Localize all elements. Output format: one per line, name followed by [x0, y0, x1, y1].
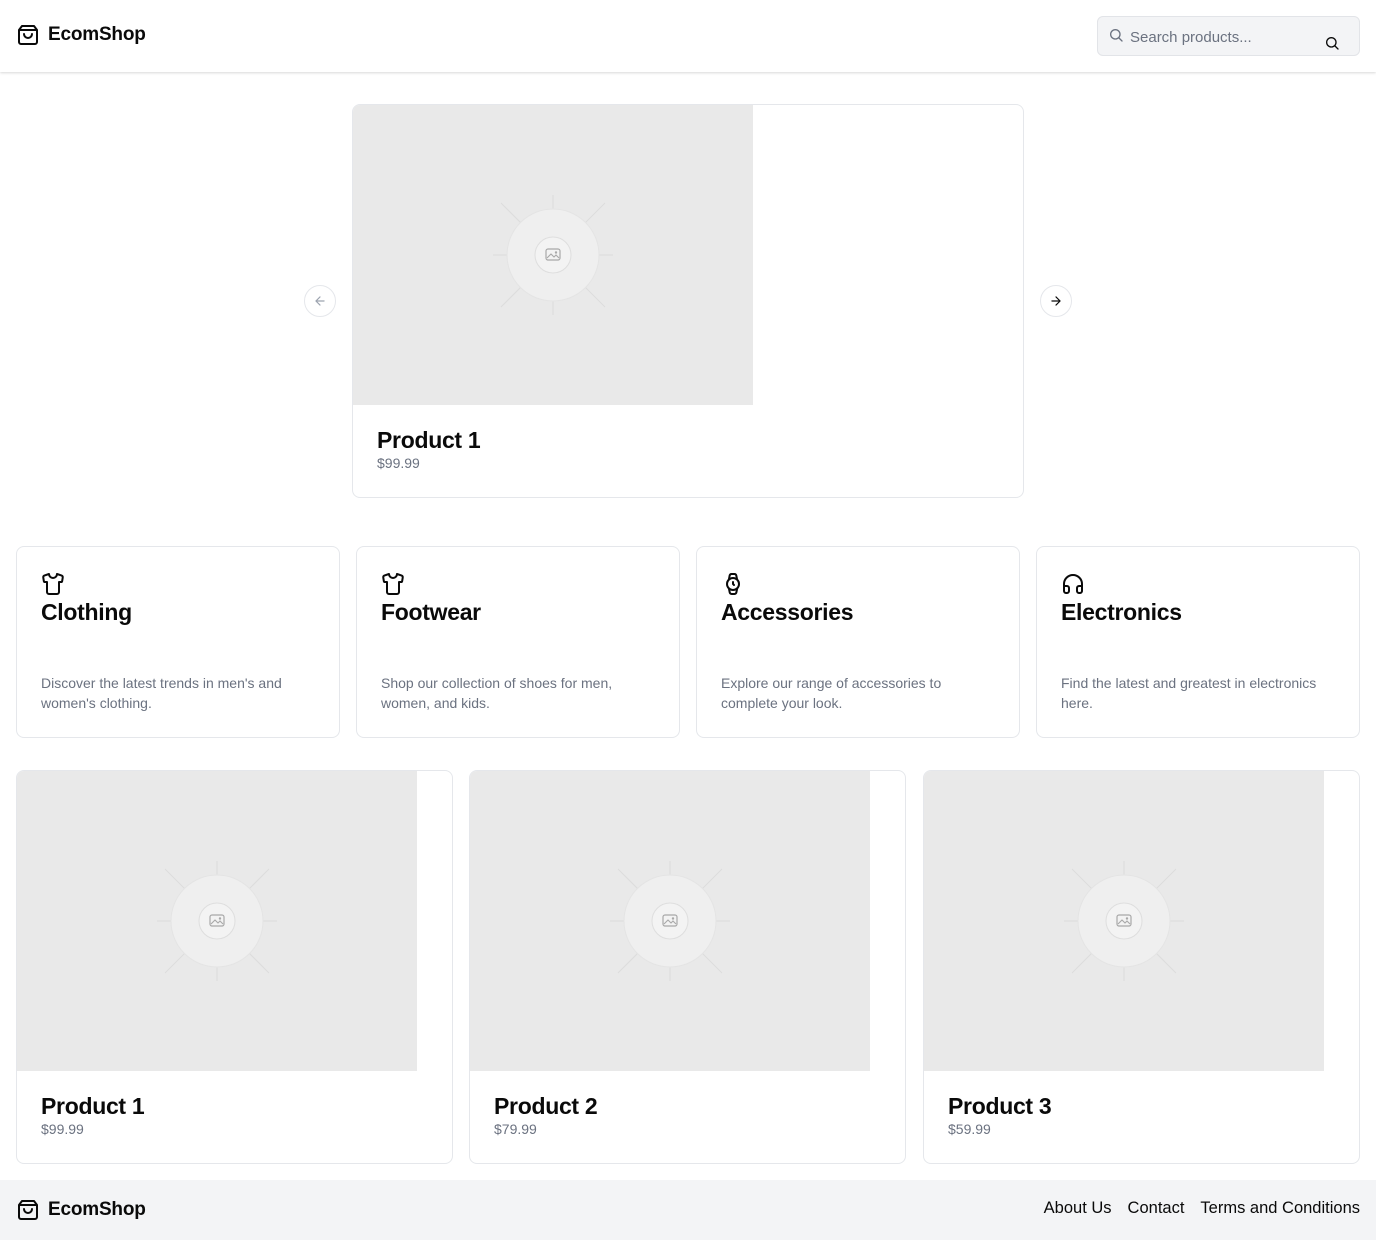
- product-card[interactable]: Product 2 $79.99: [469, 770, 906, 1164]
- shopping-bag-icon: [16, 1198, 40, 1222]
- search-submit-icon[interactable]: [1324, 35, 1340, 51]
- category-description: Discover the latest trends in men's and …: [41, 675, 282, 711]
- category-card-electronics[interactable]: Electronics Find the latest and greatest…: [1036, 546, 1360, 738]
- search-input[interactable]: [1130, 25, 1320, 49]
- category-title: Electronics: [1061, 599, 1182, 625]
- footer-link-contact[interactable]: Contact: [1128, 1199, 1185, 1218]
- category-title: Footwear: [381, 599, 481, 625]
- brand-logo-link[interactable]: EcomShop: [16, 23, 146, 47]
- product-title: Product 1: [41, 1093, 145, 1119]
- category-card-accessories[interactable]: Accessories Explore our range of accesso…: [696, 546, 1020, 738]
- category-card-clothing[interactable]: Clothing Discover the latest trends in m…: [16, 546, 340, 738]
- arrow-left-icon: [315, 296, 325, 306]
- product-image-placeholder: [470, 771, 870, 1071]
- watch-icon: [721, 572, 745, 596]
- site-footer: EcomShop About Us Contact Terms and Cond…: [0, 1180, 1376, 1240]
- footer-link-terms[interactable]: Terms and Conditions: [1200, 1199, 1360, 1218]
- search-box: [1097, 16, 1360, 56]
- product-image-placeholder: [353, 105, 753, 405]
- category-description: Explore our range of accessories to comp…: [721, 675, 942, 711]
- product-card[interactable]: Product 1 $99.99: [16, 770, 453, 1164]
- category-title: Clothing: [41, 599, 132, 625]
- product-price: $99.99: [41, 1121, 84, 1137]
- product-title: Product 2: [494, 1093, 598, 1119]
- shirt-icon: [381, 572, 405, 596]
- product-title: Product 3: [948, 1093, 1052, 1119]
- brand-name: EcomShop: [48, 24, 146, 45]
- carousel-prev-button[interactable]: [304, 285, 336, 317]
- product-price: $59.99: [948, 1121, 991, 1137]
- footer-brand-name: EcomShop: [48, 1199, 146, 1220]
- category-title: Accessories: [721, 599, 854, 625]
- category-description: Find the latest and greatest in electron…: [1061, 675, 1317, 711]
- carousel-next-button[interactable]: [1040, 285, 1072, 317]
- shopping-bag-icon: [16, 23, 40, 47]
- category-description: Shop our collection of shoes for men, wo…: [381, 675, 613, 711]
- product-card[interactable]: Product 3 $59.99: [923, 770, 1360, 1164]
- image-icon: [157, 861, 277, 981]
- image-icon: [610, 861, 730, 981]
- footer-nav: About Us Contact Terms and Conditions: [1044, 1199, 1360, 1218]
- carousel-slide-card[interactable]: Product 1 $99.99: [352, 104, 1024, 498]
- product-price: $79.99: [494, 1121, 537, 1137]
- image-icon: [493, 195, 613, 315]
- footer-brand-link[interactable]: EcomShop: [16, 1198, 146, 1222]
- product-image-placeholder: [17, 771, 417, 1071]
- product-image-placeholder: [924, 771, 1324, 1071]
- footer-link-about-us[interactable]: About Us: [1044, 1199, 1112, 1218]
- slide-product-price: $99.99: [377, 455, 420, 471]
- image-icon: [1064, 861, 1184, 981]
- category-card-footwear[interactable]: Footwear Shop our collection of shoes fo…: [356, 546, 680, 738]
- slide-product-title: Product 1: [377, 427, 481, 453]
- search-icon: [1108, 27, 1124, 43]
- site-header: EcomShop: [0, 0, 1376, 72]
- headphones-icon: [1061, 572, 1085, 596]
- shirt-icon: [41, 572, 65, 596]
- arrow-right-icon: [1051, 296, 1061, 306]
